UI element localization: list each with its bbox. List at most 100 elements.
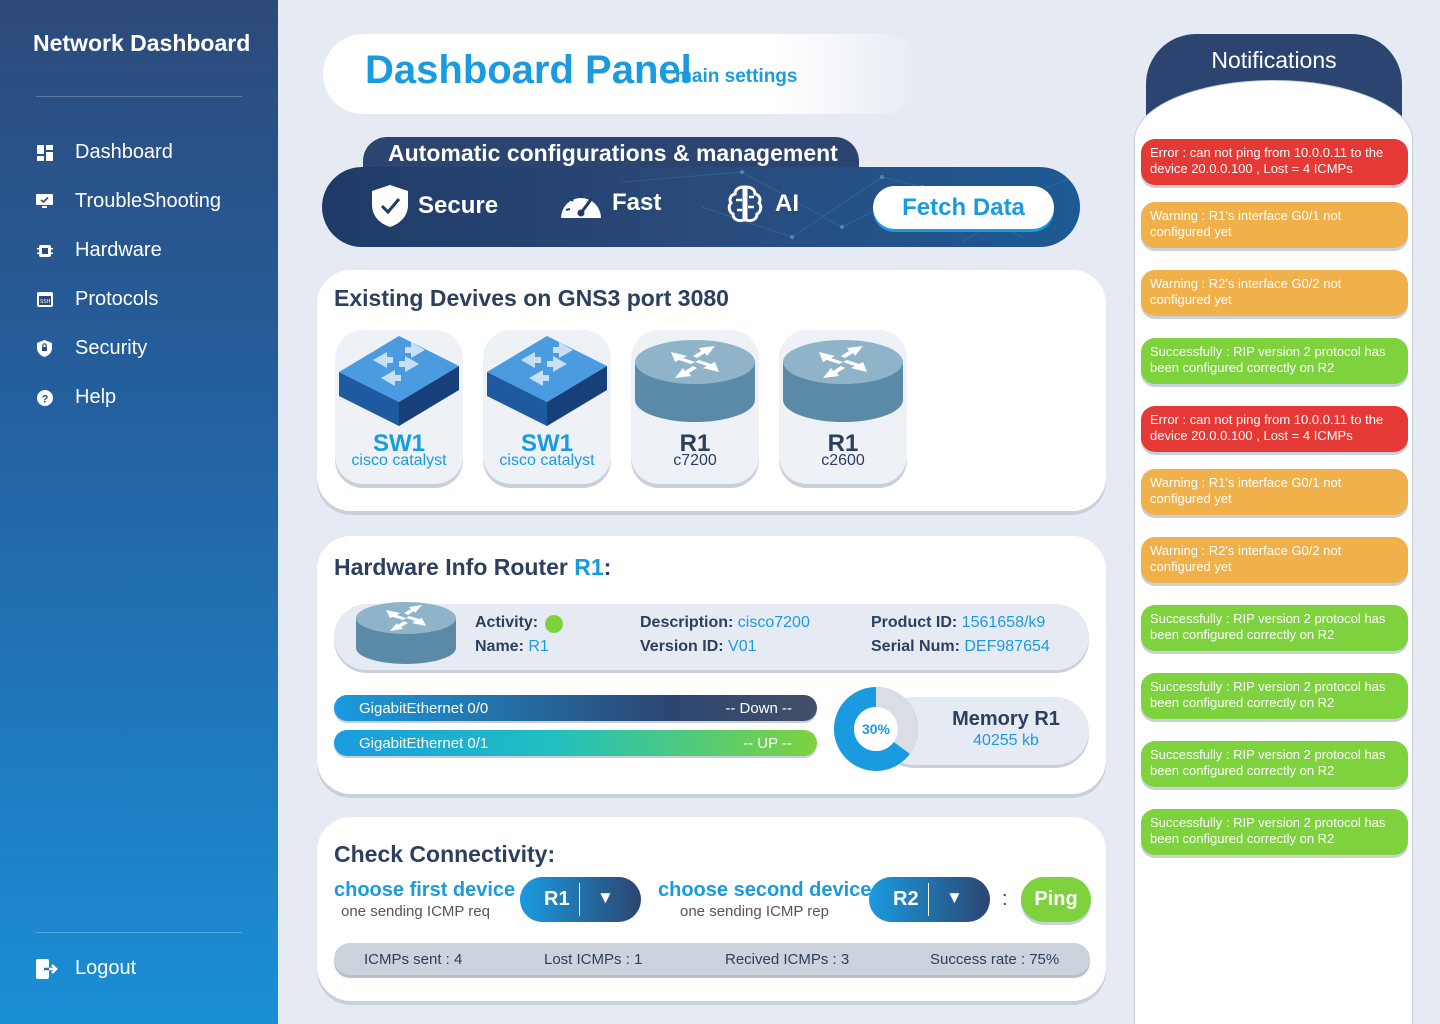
notification-warning[interactable]: Warning : R1's interface G0/1 not config… xyxy=(1141,469,1408,515)
device-card[interactable]: SW1 cisco catalyst xyxy=(483,330,611,484)
dropdown-divider xyxy=(579,883,580,916)
stat-lost: Lost ICMPs : 1 xyxy=(544,951,643,968)
shield-check-icon xyxy=(372,185,408,227)
device-card[interactable]: R1 c2600 xyxy=(779,330,907,484)
hardware-info-pill: Activity: Name: R1 Description: cisco720… xyxy=(334,602,1089,670)
ai-brain-icon xyxy=(727,185,763,223)
product-value: 1561658/k9 xyxy=(961,614,1046,631)
sidebar-item-help[interactable]: ? Help xyxy=(0,373,278,422)
device-model: c2600 xyxy=(821,452,865,469)
serial-value: DEF987654 xyxy=(964,638,1050,655)
notification-success[interactable]: Successfully : RIP version 2 protocol ha… xyxy=(1141,673,1408,719)
interface-status: -- Down -- xyxy=(725,699,792,717)
name-value: R1 xyxy=(528,638,549,655)
sidebar-item-label: Dashboard xyxy=(75,141,173,163)
device-card[interactable]: SW1 cisco catalyst xyxy=(335,330,463,484)
dropdown-divider xyxy=(928,883,929,916)
first-device-dropdown[interactable]: R1 ▼ xyxy=(520,877,641,922)
logout-button[interactable]: Logout xyxy=(36,957,136,980)
name-field: Name: R1 xyxy=(475,638,549,656)
notification-success[interactable]: Successfully : RIP version 2 protocol ha… xyxy=(1141,605,1408,651)
notification-warning[interactable]: Warning : R1's interface G0/1 not config… xyxy=(1141,202,1408,248)
memory-donut-chart: 30% xyxy=(834,687,918,771)
shield-lock-icon xyxy=(36,340,53,357)
feature-fast: Fast xyxy=(558,185,661,221)
fetch-data-button[interactable]: Fetch Data xyxy=(873,186,1054,229)
version-label: Version ID: xyxy=(640,638,724,655)
page-title: Dashboard Panel xyxy=(365,48,692,92)
memory-title: Memory R1 xyxy=(952,708,1060,730)
hardware-title-router: R1 xyxy=(574,554,604,580)
feature-label: Secure xyxy=(418,192,499,219)
product-field: Product ID: 1561658/k9 xyxy=(871,614,1045,632)
stat-received: Recived ICMPs : 3 xyxy=(725,951,850,968)
logout-label: Logout xyxy=(75,957,137,979)
device-model: c7200 xyxy=(673,452,717,469)
serial-label: Serial Num: xyxy=(871,638,960,655)
logout-icon xyxy=(36,958,58,980)
feature-label: Fast xyxy=(612,189,662,216)
interface-status: -- UP -- xyxy=(743,734,792,752)
ping-button[interactable]: Ping xyxy=(1021,877,1091,922)
devices-title: Existing Devives on GNS3 port 3080 xyxy=(334,285,729,311)
router-icon xyxy=(783,340,903,422)
notification-success[interactable]: Successfully : RIP version 2 protocol ha… xyxy=(1141,338,1408,384)
sidebar-divider xyxy=(36,932,242,933)
monitor-check-icon xyxy=(36,193,53,210)
page-subtitle: main settings xyxy=(675,66,798,87)
stat-success-rate: Success rate : 75% xyxy=(930,951,1060,968)
notification-warning[interactable]: Warning : R2's interface G0/2 not config… xyxy=(1141,270,1408,316)
notification-success[interactable]: Successfully : RIP version 2 protocol ha… xyxy=(1141,741,1408,787)
switch-icon xyxy=(339,336,459,426)
feature-ai: AI xyxy=(727,185,799,223)
chip-icon xyxy=(36,242,53,259)
description-field: Description: cisco7200 xyxy=(640,614,810,632)
product-label: Product ID: xyxy=(871,614,958,631)
dropdown-value: R2 xyxy=(893,888,919,910)
sidebar-item-label: Security xyxy=(75,337,148,359)
interface-name: GigabitEthernet 0/1 xyxy=(359,734,489,752)
sidebar-item-hardware[interactable]: Hardware xyxy=(0,226,278,275)
hardware-title: Hardware Info Router R1: xyxy=(334,554,611,581)
device-model: cisco catalyst xyxy=(499,452,595,469)
sidebar: Network Dashboard Dashboard TroubleShoot… xyxy=(0,0,278,1024)
first-device-label: choose first device xyxy=(334,879,516,901)
first-device-hint: one sending ICMP req xyxy=(341,903,490,920)
description-value: cisco7200 xyxy=(737,614,810,631)
sidebar-item-dashboard[interactable]: Dashboard xyxy=(0,128,278,177)
notification-error[interactable]: Error : can not ping from 10.0.0.11 to t… xyxy=(1141,406,1408,452)
device-card[interactable]: R1 c7200 xyxy=(631,330,759,484)
dashboard-grid-icon xyxy=(36,144,53,161)
feature-secure: Secure xyxy=(372,185,498,227)
speedometer-icon xyxy=(558,185,604,221)
ping-stats-bar: ICMPs sent : 4 Lost ICMPs : 1 Recived IC… xyxy=(334,943,1090,975)
feature-label: AI xyxy=(775,190,799,217)
sidebar-item-label: Protocols xyxy=(75,288,159,310)
serial-field: Serial Num: DEF987654 xyxy=(871,638,1050,656)
activity-indicator xyxy=(545,615,563,633)
hardware-title-prefix: Hardware Info Router xyxy=(334,554,575,580)
svg-text:?: ? xyxy=(41,393,48,405)
second-device-dropdown[interactable]: R2 ▼ xyxy=(869,877,990,922)
help-circle-icon: ? xyxy=(36,389,53,406)
device-model: cisco catalyst xyxy=(351,452,447,469)
switch-icon xyxy=(487,336,607,426)
second-device-hint: one sending ICMP rep xyxy=(680,903,829,920)
notification-warning[interactable]: Warning : R2's interface G0/2 not config… xyxy=(1141,537,1408,583)
version-field: Version ID: V01 xyxy=(640,638,757,656)
notification-error[interactable]: Error : can not ping from 10.0.0.11 to t… xyxy=(1141,139,1408,185)
sidebar-item-protocols[interactable]: SSH Protocols xyxy=(0,275,278,324)
sidebar-item-security[interactable]: Security xyxy=(0,324,278,373)
notifications-title: Notifications xyxy=(1211,47,1337,73)
hardware-title-suffix: : xyxy=(603,554,612,580)
ssh-terminal-icon: SSH xyxy=(36,291,53,308)
interface-row: GigabitEthernet 0/0 -- Down -- xyxy=(334,695,817,721)
app-title: Network Dashboard xyxy=(33,30,251,56)
sidebar-item-troubleshooting[interactable]: TroubleShooting xyxy=(0,177,278,226)
activity-label: Activity: xyxy=(475,614,539,631)
notification-success[interactable]: Successfully : RIP version 2 protocol ha… xyxy=(1141,809,1408,855)
separator: : xyxy=(1002,888,1008,910)
version-value: V01 xyxy=(728,638,757,655)
sidebar-divider xyxy=(36,96,242,97)
memory-value: 40255 kb xyxy=(973,732,1039,749)
